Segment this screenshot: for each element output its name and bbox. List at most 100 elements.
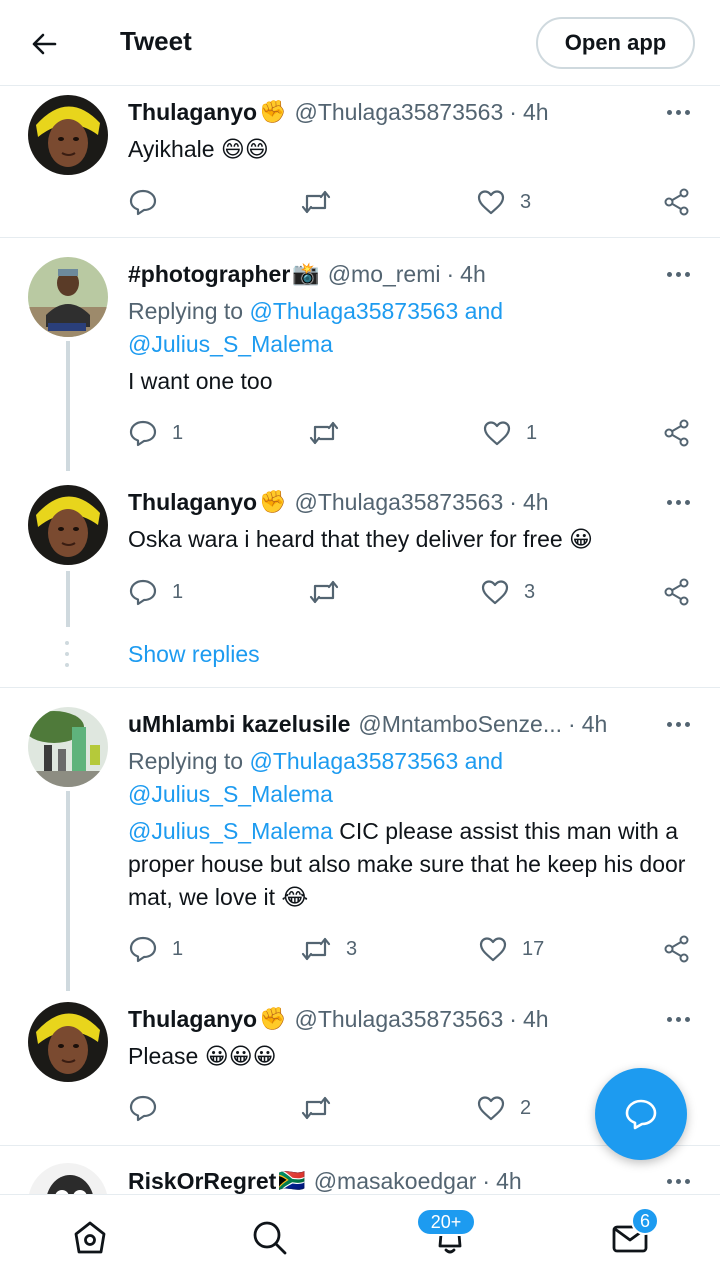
- mention-link[interactable]: @Julius_S_Malema: [128, 818, 333, 844]
- separator: ·: [509, 98, 517, 125]
- like-icon: [481, 580, 509, 605]
- separator: ·: [446, 260, 455, 287]
- tweet-text: Oska wara i heard that they deliver for …: [128, 526, 594, 552]
- tweet[interactable]: RiskOrRegret 🇿🇦 @masakoedgar · 4h: [0, 1146, 720, 1194]
- retweet-button[interactable]: [308, 416, 354, 450]
- display-name[interactable]: RiskOrRegret: [128, 1168, 276, 1195]
- tweet-actions: 1 3: [128, 575, 698, 609]
- avatar[interactable]: [28, 257, 108, 337]
- notifications-badge: 20+: [416, 1208, 476, 1236]
- tweet-header: Thulaganyo ✊ @Thulaga35873563 · 4h: [128, 96, 549, 128]
- user-handle[interactable]: @Thulaga35873563: [294, 99, 503, 126]
- mention-link[interactable]: @Julius_S_Malema: [128, 781, 333, 807]
- like-button[interactable]: 17: [478, 932, 544, 966]
- user-handle[interactable]: @masakoedgar: [314, 1168, 477, 1195]
- tweet-actions: 3: [128, 185, 698, 219]
- share-icon: [664, 188, 689, 216]
- retweet-button[interactable]: [300, 1091, 346, 1125]
- more-icon[interactable]: [660, 1009, 696, 1029]
- replying-to-label: Replying to: [128, 298, 244, 324]
- tweet[interactable]: Thulaganyo ✊ @Thulaga35873563 · 4h Oska …: [0, 468, 720, 638]
- page-title: Tweet: [120, 26, 192, 56]
- like-button[interactable]: 1: [482, 416, 537, 450]
- timestamp[interactable]: 4h: [496, 1168, 522, 1195]
- separator: ·: [509, 488, 517, 515]
- compose-icon: [625, 1099, 657, 1130]
- timestamp[interactable]: 4h: [582, 711, 608, 738]
- timestamp[interactable]: 4h: [523, 1006, 549, 1033]
- share-icon: [664, 419, 689, 447]
- reply-button[interactable]: 1: [128, 416, 183, 450]
- mention-link[interactable]: @Thulaga35873563 and: [249, 298, 503, 324]
- back-arrow-icon[interactable]: [22, 24, 66, 64]
- like-button[interactable]: 3: [476, 185, 531, 219]
- tweet-text: Ayikhale 😄😄: [128, 136, 269, 162]
- user-handle[interactable]: @MntamboSenze...: [358, 711, 562, 738]
- tweet[interactable]: uMhlambi kazelusile @MntamboSenze... · 4…: [0, 688, 720, 991]
- retweet-icon: [301, 190, 331, 214]
- tweet-header: RiskOrRegret 🇿🇦 @masakoedgar · 4h: [128, 1165, 522, 1194]
- user-handle[interactable]: @Thulaga35873563: [294, 489, 503, 516]
- timestamp[interactable]: 4h: [460, 261, 486, 288]
- display-name[interactable]: Thulaganyo: [128, 489, 257, 516]
- retweet-icon: [301, 1096, 331, 1120]
- show-replies-link[interactable]: Show replies: [128, 641, 260, 668]
- tweet-header: Thulaganyo ✊ @Thulaga35873563 · 4h: [128, 486, 549, 518]
- reply-icon: [129, 189, 157, 216]
- open-app-button[interactable]: Open app: [536, 17, 695, 69]
- tweet-header: #photographer 📸 @mo_remi · 4h: [128, 258, 486, 290]
- display-name[interactable]: uMhlambi kazelusile: [128, 711, 350, 738]
- timestamp[interactable]: 4h: [523, 489, 549, 516]
- display-name[interactable]: Thulaganyo: [128, 1006, 257, 1033]
- reply-button[interactable]: [128, 185, 172, 219]
- like-count: 2: [520, 1096, 532, 1119]
- search-icon[interactable]: [245, 1213, 295, 1263]
- mention-link[interactable]: @Julius_S_Malema: [128, 331, 333, 357]
- compose-button[interactable]: [595, 1068, 687, 1160]
- avatar[interactable]: [28, 1002, 108, 1082]
- retweet-button[interactable]: [300, 185, 346, 219]
- reply-button[interactable]: [128, 1091, 172, 1125]
- thread-line: [66, 341, 70, 471]
- home-icon[interactable]: [65, 1213, 115, 1263]
- more-icon[interactable]: [660, 264, 696, 284]
- timestamp[interactable]: 4h: [523, 99, 549, 126]
- avatar[interactable]: [28, 485, 108, 565]
- reply-icon: [129, 420, 157, 447]
- like-button[interactable]: 3: [480, 575, 535, 609]
- user-handle[interactable]: @mo_remi: [328, 261, 441, 288]
- name-emoji: ✊: [259, 489, 287, 514]
- like-button[interactable]: 2: [476, 1091, 531, 1125]
- like-icon: [477, 1096, 505, 1121]
- retweet-icon: [309, 580, 339, 604]
- user-handle[interactable]: @Thulaga35873563: [294, 1006, 503, 1033]
- share-button[interactable]: [662, 932, 692, 966]
- like-icon: [477, 190, 505, 215]
- name-emoji: 📸: [292, 261, 320, 286]
- retweet-icon: [301, 937, 331, 961]
- tweet[interactable]: #photographer 📸 @mo_remi · 4h Replying t…: [0, 238, 720, 471]
- replying-to-label: Replying to: [128, 748, 244, 774]
- more-icon[interactable]: [660, 492, 696, 512]
- avatar[interactable]: [28, 1163, 108, 1194]
- replying-to: Replying to @Thulaga35873563 and @Julius…: [128, 295, 698, 361]
- share-button[interactable]: [662, 185, 692, 219]
- reply-button[interactable]: 1: [128, 932, 183, 966]
- share-button[interactable]: [662, 575, 692, 609]
- avatar[interactable]: [28, 95, 108, 175]
- display-name[interactable]: #photographer: [128, 261, 290, 288]
- reply-button[interactable]: 1: [128, 575, 183, 609]
- more-icon[interactable]: [660, 102, 696, 122]
- retweet-button[interactable]: [308, 575, 354, 609]
- mention-link[interactable]: @Thulaga35873563 and: [249, 748, 503, 774]
- like-count: 3: [524, 580, 536, 603]
- retweet-count: 3: [346, 937, 358, 960]
- tweet[interactable]: Thulaganyo ✊ @Thulaga35873563 · 4h Ayikh…: [0, 87, 720, 237]
- tweet-actions: 1 3 17: [128, 932, 698, 966]
- display-name[interactable]: Thulaganyo: [128, 99, 257, 126]
- share-button[interactable]: [662, 416, 692, 450]
- avatar[interactable]: [28, 707, 108, 787]
- more-icon[interactable]: [660, 1171, 696, 1191]
- more-icon[interactable]: [660, 714, 696, 734]
- retweet-button[interactable]: 3: [300, 932, 357, 966]
